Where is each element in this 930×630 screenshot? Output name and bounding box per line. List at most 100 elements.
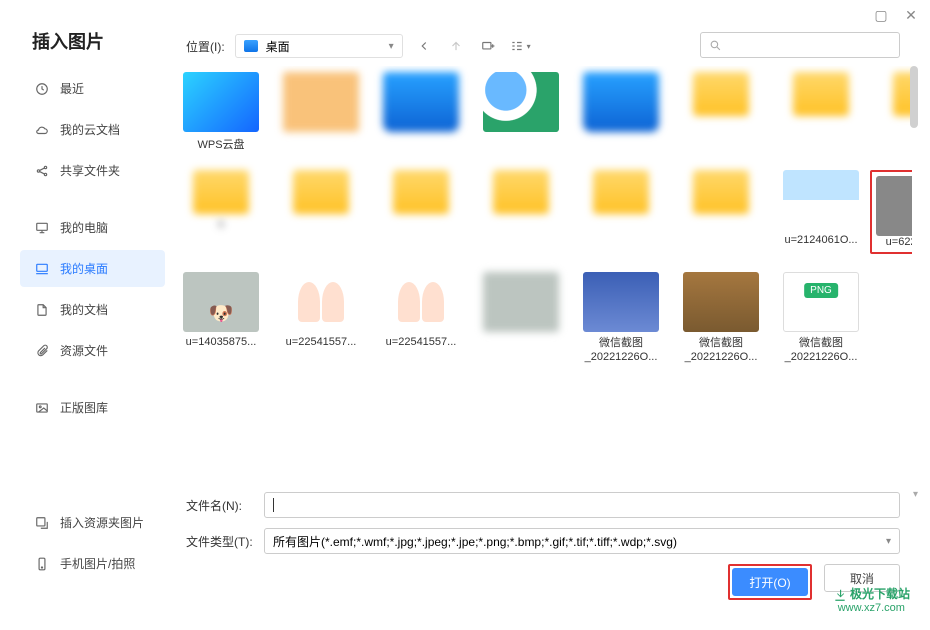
file-item[interactable]: 微信截图_20221226O... <box>678 272 764 366</box>
sidebar-item-label: 我的云文档 <box>60 121 120 138</box>
file-item[interactable]: s <box>178 170 264 254</box>
file-label <box>576 218 666 230</box>
sidebar-item-gallery[interactable]: 正版图库 <box>20 389 165 426</box>
thumbnail <box>593 170 649 214</box>
share-icon <box>34 163 50 179</box>
sidebar-item-label: 正版图库 <box>60 399 108 416</box>
search-icon <box>709 39 722 52</box>
file-item[interactable] <box>378 170 464 254</box>
thumbnail <box>493 170 549 214</box>
desktop-icon <box>34 261 50 277</box>
thumbnail <box>783 272 859 332</box>
sidebar-item-label: 我的桌面 <box>60 260 108 277</box>
file-item[interactable] <box>278 72 364 152</box>
file-label <box>476 218 566 230</box>
sidebar-item-insert-resource[interactable]: 插入资源夹图片 <box>20 504 165 541</box>
thumbnail <box>876 176 912 236</box>
file-label <box>476 336 566 348</box>
file-item[interactable]: u=2124061O... <box>778 170 864 254</box>
file-item[interactable]: WPS云盘 <box>178 72 264 152</box>
filetype-select[interactable]: 所有图片(*.emf;*.wmf;*.jpg;*.jpeg;*.jpe;*.pn… <box>264 528 900 554</box>
document-icon <box>34 302 50 318</box>
back-button[interactable] <box>413 35 435 57</box>
sidebar-item-recent[interactable]: 最近 <box>20 70 165 107</box>
thumbnail <box>583 272 659 332</box>
file-label: u=62229871... <box>876 236 912 248</box>
sidebar-item-label: 最近 <box>60 80 84 97</box>
sidebar-item-label: 我的电脑 <box>60 219 108 236</box>
file-label <box>276 218 366 230</box>
file-label: 微信截图_20221226O... <box>676 336 766 366</box>
open-button[interactable]: 打开(O) <box>732 568 808 596</box>
file-item[interactable]: u=22541557... <box>378 272 464 366</box>
search-input[interactable] <box>728 38 891 52</box>
file-label: u=2124061O... <box>776 234 866 246</box>
filetype-value: 所有图片(*.emf;*.wmf;*.jpg;*.jpeg;*.jpe;*.pn… <box>273 533 677 550</box>
file-label <box>476 136 566 148</box>
file-label: 微信截图_20221226O... <box>776 336 866 366</box>
phone-icon <box>34 556 50 572</box>
maximize-icon[interactable]: ▢ <box>874 8 888 22</box>
sidebar-item-resources[interactable]: 资源文件 <box>20 332 165 369</box>
location-select[interactable]: 桌面 ▾ <box>235 34 403 58</box>
file-item[interactable] <box>778 72 864 152</box>
sidebar-item-shared[interactable]: 共享文件夹 <box>20 152 165 189</box>
file-label: 微信截图_20221226O... <box>576 336 666 366</box>
file-item[interactable]: 微信截图_20221226O... <box>778 272 864 366</box>
file-label: s <box>176 218 266 230</box>
file-item[interactable] <box>578 170 664 254</box>
file-item[interactable] <box>378 72 464 152</box>
search-box[interactable] <box>700 32 900 58</box>
file-item[interactable]: u=22541557... <box>278 272 364 366</box>
thumbnail <box>183 272 259 332</box>
sidebar-item-docs[interactable]: 我的文档 <box>20 291 165 328</box>
file-item[interactable] <box>678 170 764 254</box>
file-item[interactable]: u=62229871... <box>878 170 912 254</box>
close-icon[interactable]: ✕ <box>904 8 918 22</box>
sidebar-bottom: 插入资源夹图片 手机图片/拍照 <box>20 504 165 582</box>
up-button[interactable] <box>445 35 467 57</box>
file-item[interactable] <box>478 272 564 366</box>
file-label: u=22541557... <box>276 336 366 348</box>
thumbnail <box>193 170 249 214</box>
file-label <box>876 120 912 132</box>
thumbnail <box>293 170 349 214</box>
filename-input[interactable] <box>264 492 900 518</box>
file-item[interactable] <box>678 72 764 152</box>
file-item[interactable] <box>478 170 564 254</box>
sidebar-item-label: 共享文件夹 <box>60 162 120 179</box>
file-item[interactable]: u=14035875... <box>178 272 264 366</box>
export-icon <box>34 515 50 531</box>
file-label: u=14035875... <box>176 336 266 348</box>
scrollbar[interactable]: ▾ <box>908 66 918 500</box>
thumbnail <box>783 170 859 230</box>
footer: 文件名(N): 文件类型(T): 所有图片(*.emf;*.wmf;*.jpg;… <box>186 492 900 600</box>
sidebar-item-mobile[interactable]: 手机图片/拍照 <box>20 545 165 582</box>
file-label: u=22541557... <box>376 336 466 348</box>
scroll-thumb[interactable] <box>910 66 918 128</box>
sidebar-item-cloud[interactable]: 我的云文档 <box>20 111 165 148</box>
sidebar-item-label: 手机图片/拍照 <box>60 555 135 572</box>
image-icon <box>34 400 50 416</box>
thumbnail <box>683 272 759 332</box>
download-icon <box>833 588 847 602</box>
location-label: 位置(I): <box>186 38 225 55</box>
watermark: 极光下载站 www.xz7.com <box>833 585 910 614</box>
monitor-icon <box>34 220 50 236</box>
sidebar-item-mypc[interactable]: 我的电脑 <box>20 209 165 246</box>
file-item[interactable]: 微信截图_20221226O... <box>578 272 664 366</box>
new-folder-button[interactable] <box>477 35 499 57</box>
file-item[interactable] <box>878 72 912 152</box>
scroll-down-icon[interactable]: ▾ <box>913 489 918 500</box>
thumbnail <box>383 272 459 332</box>
thumbnail <box>693 72 749 116</box>
sidebar-item-label: 插入资源夹图片 <box>60 514 144 531</box>
thumbnail <box>793 72 849 116</box>
file-item[interactable] <box>578 72 664 152</box>
file-label <box>376 136 466 148</box>
file-label <box>376 218 466 230</box>
file-item[interactable] <box>478 72 564 152</box>
sidebar-item-desktop[interactable]: 我的桌面 <box>20 250 165 287</box>
file-item[interactable] <box>278 170 364 254</box>
view-mode-button[interactable]: ▾ <box>509 35 531 57</box>
